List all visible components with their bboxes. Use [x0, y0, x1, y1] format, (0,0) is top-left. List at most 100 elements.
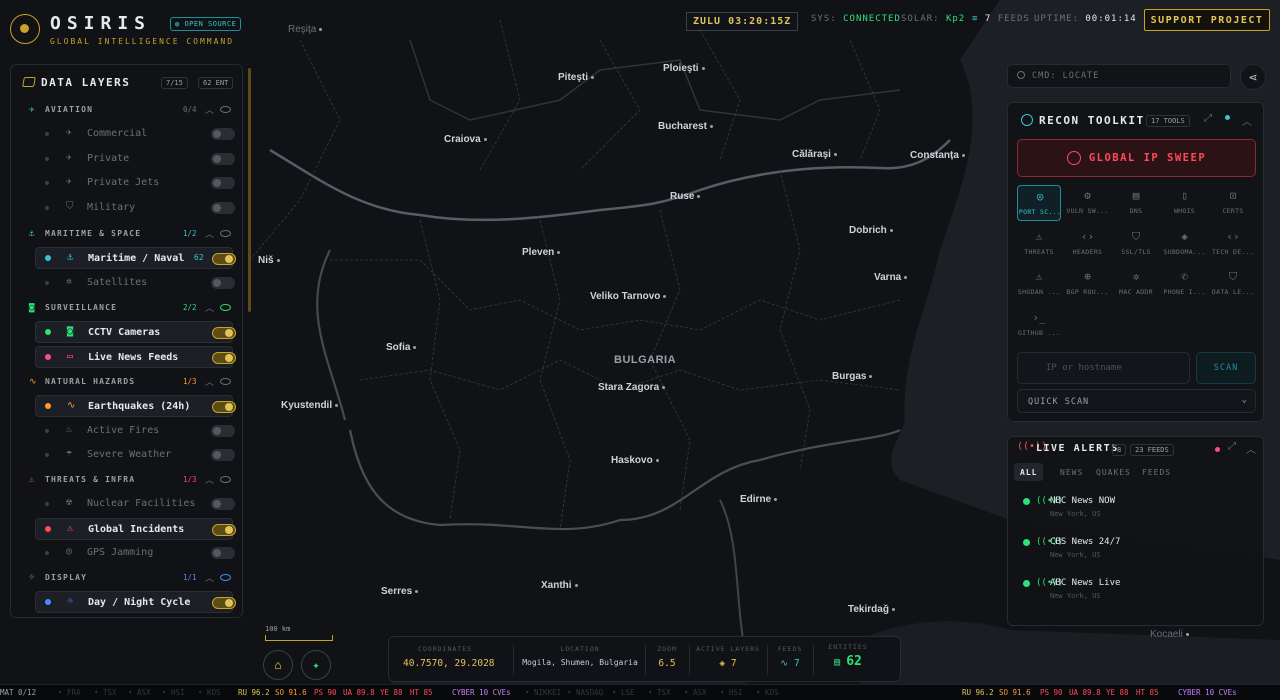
recon-tool-phone-i[interactable]: ✆ PHONE I...	[1163, 266, 1207, 302]
city-label-veliko-tarnovo[interactable]: Veliko Tarnovo	[590, 291, 667, 302]
recon-tool-port-sc[interactable]: ◎ PORT SC...	[1017, 185, 1061, 221]
layer-item-military[interactable]: ⛉ Military	[35, 197, 235, 219]
visibility-eye-icon[interactable]	[220, 574, 231, 581]
layer-toggle[interactable]	[211, 202, 235, 215]
layer-toggle[interactable]	[211, 547, 235, 560]
city-label-stara-zagora[interactable]: Stara Zagora	[598, 382, 666, 393]
city-label-dobrich[interactable]: Dobrich	[849, 225, 893, 236]
layer-group-aviation[interactable]: ✈ AVIATION 0/4 ︿	[11, 103, 242, 119]
chevron-up-icon[interactable]: ︿	[205, 571, 214, 584]
alerts-tab-feeds[interactable]: FEEDS	[1136, 463, 1177, 481]
recon-tool-subdoma[interactable]: ◈ SUBDOMA...	[1163, 226, 1207, 262]
collapse-chevron-icon[interactable]: ︿	[1242, 113, 1252, 128]
city-label-craiova[interactable]: Craiova	[444, 134, 487, 145]
chevron-up-icon[interactable]: ︿	[205, 227, 214, 240]
recon-tool-bgp-rou[interactable]: ⊕ BGP ROU...	[1066, 266, 1110, 302]
satellite-view-button[interactable]: ✦	[301, 650, 331, 680]
scan-button[interactable]: SCAN	[1196, 352, 1256, 384]
layer-toggle[interactable]	[212, 523, 236, 536]
layer-item-private-jets[interactable]: ✈ Private Jets	[35, 172, 235, 194]
city-label-pleven[interactable]: Pleven	[522, 247, 561, 258]
layer-toggle[interactable]	[212, 351, 236, 364]
layer-group-surveillance[interactable]: ◙ SURVEILLANCE 2/2 ︿	[11, 301, 242, 317]
scan-mode-select[interactable]: QUICK SCAN ⌄	[1017, 389, 1256, 413]
ip-hostname-input[interactable]	[1017, 352, 1190, 384]
layer-toggle[interactable]	[211, 498, 235, 510]
layer-item-active-fires[interactable]: ♨ Active Fires	[35, 420, 235, 442]
support-project-button[interactable]: SUPPORT PROJECT	[1144, 9, 1270, 31]
layer-item-earthquakes-24h-[interactable]: ∿ Earthquakes (24h)	[35, 395, 236, 417]
layer-item-satellites[interactable]: ✲ Satellites	[35, 272, 235, 294]
layer-group-threats-infra[interactable]: ⚠ THREATS & INFRA 1/3 ︿	[11, 473, 242, 489]
visibility-eye-icon[interactable]	[220, 476, 231, 483]
alerts-tab-all[interactable]: ALL	[1014, 463, 1044, 481]
layer-item-gps-jamming[interactable]: ◎ GPS Jamming	[35, 542, 235, 564]
alerts-collapse-icon[interactable]: ︿	[1246, 441, 1256, 456]
city-label-constanta[interactable]: Constanța	[910, 150, 965, 161]
layer-toggle[interactable]	[211, 152, 235, 165]
recon-tool-dns[interactable]: ▤ DNS	[1114, 185, 1158, 221]
recon-tool-certs[interactable]: ⊡ CERTS	[1211, 185, 1255, 221]
layer-toggle[interactable]	[212, 401, 236, 413]
layer-item-private[interactable]: ✈ Private	[35, 148, 235, 170]
layer-item-cctv-cameras[interactable]: ◙ CCTV Cameras	[35, 321, 236, 343]
city-label-edirne[interactable]: Edirne	[740, 494, 778, 505]
layer-item-commercial[interactable]: ✈ Commercial	[35, 123, 235, 145]
layer-toggle[interactable]	[212, 597, 236, 609]
layer-toggle[interactable]	[211, 177, 235, 190]
city-label-varna[interactable]: Varna	[874, 272, 908, 283]
alert-item[interactable]: ((•)) ABC News Live New York, US	[1020, 577, 1250, 607]
layer-item-global-incidents[interactable]: ⚠ Global Incidents	[35, 517, 236, 540]
city-label-tekirdag[interactable]: Tekirdağ	[848, 604, 895, 615]
layer-group-maritime-space[interactable]: ⚓ MARITIME & SPACE 1/2 ︿	[11, 227, 242, 243]
layer-group-natural-hazards[interactable]: ∿ NATURAL HAZARDS 1/3 ︿	[11, 375, 242, 391]
alert-item[interactable]: ((•)) CBS News 24/7 New York, US	[1020, 536, 1250, 566]
visibility-eye-icon[interactable]	[220, 230, 231, 237]
city-label-nis[interactable]: Niš	[258, 255, 280, 266]
alert-item[interactable]: ((•)) NBC News NOW New York, US	[1020, 495, 1250, 525]
alerts-expand-icon[interactable]: ⤢	[1228, 441, 1236, 452]
city-label-kyustendil[interactable]: Kyustendil	[281, 400, 339, 411]
city-label-bucharest[interactable]: Bucharest	[658, 121, 713, 132]
visibility-eye-icon[interactable]	[220, 106, 231, 113]
visibility-eye-icon[interactable]	[220, 378, 231, 385]
global-ip-sweep-button[interactable]: GLOBAL IP SWEEP	[1017, 139, 1256, 177]
layer-toggle[interactable]	[211, 128, 235, 140]
city-label-xanthi[interactable]: Xanthi	[541, 580, 578, 591]
layer-toggle[interactable]	[212, 253, 236, 265]
share-button[interactable]: ⋖	[1240, 64, 1266, 90]
layer-item-severe-weather[interactable]: ☂ Severe Weather	[35, 444, 235, 466]
layer-item-nuclear-facilities[interactable]: ☢ Nuclear Facilities	[35, 493, 235, 515]
layers-scrollbar[interactable]	[248, 68, 251, 312]
city-label-pitesti[interactable]: Piteşti	[558, 72, 595, 83]
chevron-up-icon[interactable]: ︿	[205, 473, 214, 486]
visibility-eye-icon[interactable]	[220, 304, 231, 311]
city-label-ploiesti[interactable]: Ploieşti	[663, 63, 705, 74]
recon-tool-tech-de[interactable]: ‹› TECH DE...	[1211, 226, 1255, 262]
city-label-calarasi[interactable]: Călăraşi	[792, 149, 837, 160]
layer-toggle[interactable]	[211, 449, 235, 462]
layer-toggle[interactable]	[211, 276, 235, 289]
city-label-ruse[interactable]: Ruse	[670, 191, 701, 202]
layer-toggle[interactable]	[211, 424, 235, 437]
alerts-tab-quakes[interactable]: QUAKES	[1090, 463, 1137, 481]
city-label-sofia[interactable]: Sofia	[386, 342, 417, 353]
layer-item-live-news-feeds[interactable]: ▭ Live News Feeds	[35, 345, 236, 368]
chevron-up-icon[interactable]: ︿	[205, 301, 214, 314]
recon-tool-ssl-tls[interactable]: ⛉ SSL/TLS	[1114, 226, 1158, 262]
city-label-haskovo[interactable]: Haskovo	[611, 455, 659, 466]
city-label-kocaeli[interactable]: Kocaeli	[1150, 629, 1189, 640]
city-label-serres[interactable]: Serres	[381, 586, 419, 597]
recon-tool-data-le[interactable]: ⛉ DATA LE...	[1211, 266, 1255, 302]
layer-item-maritime-naval[interactable]: ⚓ Maritime / Naval 62	[35, 247, 236, 269]
expand-icon[interactable]: ⤢	[1204, 113, 1212, 124]
chevron-up-icon[interactable]: ︿	[205, 103, 214, 116]
layer-toggle[interactable]	[212, 327, 236, 339]
recon-tool-shodan[interactable]: ⚠ SHODAN ...	[1017, 266, 1061, 302]
recon-tool-mac-addr[interactable]: ✲ MAC ADDR	[1114, 266, 1158, 302]
layer-item-day-night-cycle[interactable]: ☼ Day / Night Cycle	[35, 591, 236, 613]
recon-tool-github[interactable]: ›_ GITHUB ...	[1017, 307, 1061, 343]
open-source-badge[interactable]: ◍ OPEN SOURCE	[170, 17, 242, 31]
alerts-tab-news[interactable]: NEWS	[1054, 463, 1089, 481]
recon-tool-whois[interactable]: ▯ WHOIS	[1163, 185, 1207, 221]
